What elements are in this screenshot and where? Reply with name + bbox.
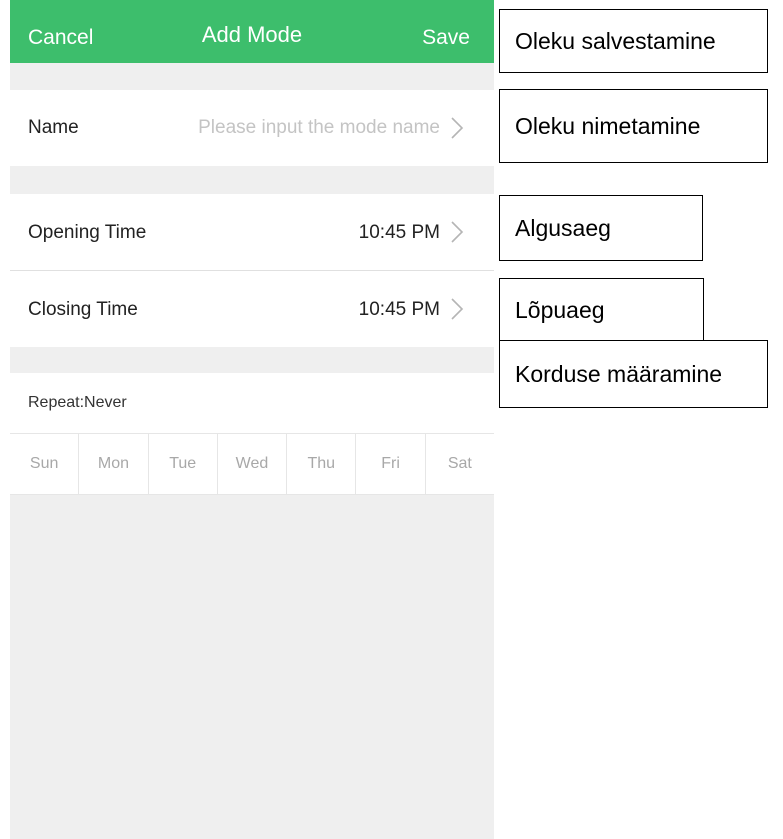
- chevron-right-icon: [450, 219, 464, 245]
- phone-screen: Cancel Add Mode Save Name Please input t…: [10, 0, 494, 839]
- closing-time-row[interactable]: Closing Time 10:45 PM: [10, 271, 494, 347]
- day-thu[interactable]: Thu: [287, 434, 357, 494]
- annotation-save: Oleku salvestamine: [499, 9, 768, 73]
- opening-time-row[interactable]: Opening Time 10:45 PM: [10, 194, 494, 271]
- repeat-label: Repeat:Never: [28, 394, 127, 411]
- mode-name-label: Name: [28, 117, 79, 138]
- mode-name-row[interactable]: Name Please input the mode name: [10, 90, 494, 166]
- chevron-right-icon: [450, 296, 464, 322]
- day-fri[interactable]: Fri: [356, 434, 426, 494]
- day-wed[interactable]: Wed: [218, 434, 288, 494]
- day-tue[interactable]: Tue: [149, 434, 218, 494]
- annotation-opening-time: Algusaeg: [499, 195, 703, 261]
- day-mon[interactable]: Mon: [79, 434, 149, 494]
- navigation-bar: Cancel Add Mode Save: [10, 0, 494, 63]
- annotation-repeat: Korduse määramine: [499, 340, 768, 408]
- repeat-section: Repeat:Never Sun Mon Tue Wed Thu Fri Sat: [10, 373, 494, 495]
- opening-time-value: 10:45 PM: [358, 222, 440, 243]
- save-button[interactable]: Save: [422, 26, 470, 50]
- annotation-name: Oleku nimetamine: [499, 89, 768, 163]
- mode-name-placeholder[interactable]: Please input the mode name: [198, 117, 440, 139]
- opening-time-label: Opening Time: [28, 222, 147, 243]
- day-sun[interactable]: Sun: [10, 434, 80, 494]
- closing-time-label: Closing Time: [28, 299, 138, 320]
- weekday-selector: Sun Mon Tue Wed Thu Fri Sat: [10, 433, 494, 495]
- annotation-closing-time: Lõpuaeg: [499, 278, 704, 342]
- closing-time-value: 10:45 PM: [358, 299, 440, 320]
- day-sat[interactable]: Sat: [426, 434, 494, 494]
- chevron-right-icon: [450, 115, 464, 141]
